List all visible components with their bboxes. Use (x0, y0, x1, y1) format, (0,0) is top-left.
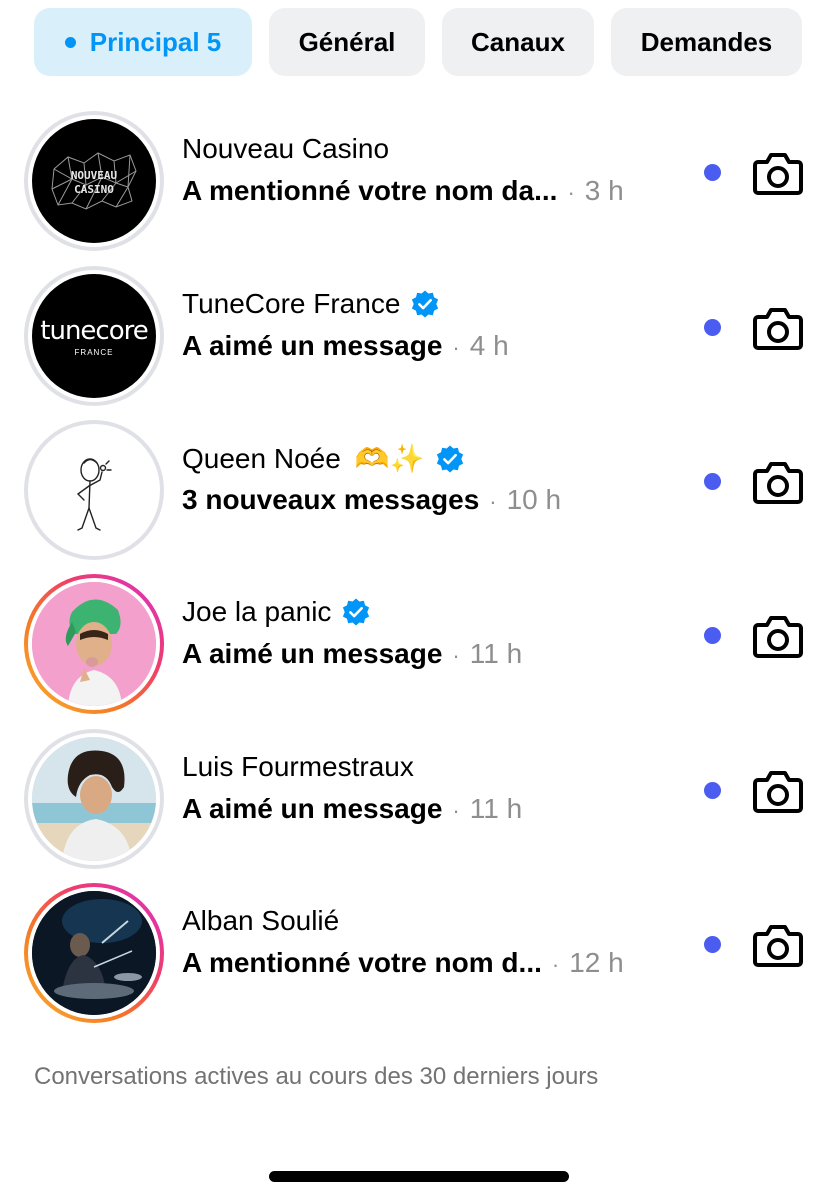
conversation-time: 10 h (506, 484, 562, 515)
tab-label: Demandes (640, 26, 773, 57)
tunecore-logo-subtext: FRANCE (74, 347, 114, 357)
profile-photo (32, 582, 156, 706)
tab-label: Canaux (471, 26, 565, 57)
profile-photo (32, 737, 156, 861)
unread-dot (704, 936, 721, 953)
conversation-row[interactable]: Joe la panic A aimé un message · 11 h (0, 574, 837, 724)
camera-icon[interactable] (752, 305, 804, 351)
svg-text:NOUVEAU: NOUVEAU (71, 169, 118, 182)
avatar[interactable]: tunecore FRANCE (24, 266, 164, 406)
tab-canaux[interactable]: Canaux (442, 8, 594, 76)
conversation-row[interactable]: NOUVEAU CASINO Nouveau Casino A mentionn… (0, 111, 837, 261)
conversation-name: Nouveau Casino (182, 133, 390, 164)
conversation-preview: A aimé un message · 4 h (182, 330, 509, 361)
avatar-story-ring[interactable] (24, 883, 164, 1023)
tab-general[interactable]: Général (269, 8, 425, 76)
camera-icon[interactable] (752, 150, 804, 196)
avatar-story-ring[interactable] (24, 574, 164, 714)
camera-icon[interactable] (752, 459, 804, 505)
conversation-preview: A mentionné votre nom da... · 3 h (182, 175, 624, 206)
active-tab-dot-icon (64, 36, 76, 48)
verified-badge-icon (436, 445, 463, 472)
stick-figure-drawing (76, 458, 112, 531)
conversation-preview: A aimé un message · 11 h (182, 793, 523, 824)
tab-label: Général (298, 26, 396, 57)
conversation-row[interactable]: tunecore FRANCE TuneCore France A aimé u… (0, 266, 837, 416)
tunecore-logo-text: tunecore (40, 315, 148, 346)
filter-tabs: Principal 5 Général Canaux Demandes (0, 0, 837, 90)
conversation-time: 3 h (584, 175, 624, 206)
conversation-time: 4 h (469, 330, 509, 361)
conversation-name: TuneCore France (182, 288, 440, 320)
conversation-time: 11 h (469, 793, 523, 824)
conversation-time: 11 h (469, 638, 523, 669)
conversation-row[interactable]: Queen Noée 🫶✨ 3 nouveaux messages · 10 h (0, 420, 837, 570)
heart-hands-sparkles-emoji: 🫶✨ (354, 442, 425, 475)
conversation-time: 12 h (569, 947, 624, 978)
unread-dot (704, 164, 721, 181)
tab-label: Principal 5 (89, 26, 222, 57)
conversation-preview: A aimé un message · 11 h (182, 638, 523, 669)
conversation-name: Queen Noée 🫶✨ (182, 442, 465, 475)
nouveau-casino-logo: NOUVEAU CASINO (51, 152, 137, 210)
svg-text:CASINO: CASINO (74, 183, 114, 196)
avatar[interactable] (24, 420, 164, 560)
camera-icon[interactable] (752, 613, 804, 659)
unread-dot (704, 782, 721, 799)
verified-badge-icon (343, 598, 370, 626)
unread-dot (704, 473, 721, 490)
conversation-name: Alban Soulié (182, 905, 340, 936)
unread-dot (704, 319, 721, 336)
conversation-row[interactable]: Luis Fourmestraux A aimé un message · 11… (0, 729, 837, 879)
conversation-preview: 3 nouveaux messages · 10 h (182, 484, 562, 515)
avatar[interactable] (24, 729, 164, 869)
conversation-name: Joe la panic (182, 596, 371, 628)
conversation-row[interactable]: Alban Soulié A mentionné votre nom d... … (0, 883, 837, 1033)
home-indicator[interactable] (269, 1171, 569, 1182)
camera-icon[interactable] (752, 768, 804, 814)
conversation-preview: A mentionné votre nom d... · 12 h (182, 947, 624, 978)
active-conversations-note: Conversations actives au cours des 30 de… (34, 1063, 599, 1090)
verified-badge-icon (412, 290, 439, 318)
profile-photo (32, 891, 156, 1015)
unread-dot (704, 627, 721, 644)
tab-principal[interactable]: Principal 5 (34, 8, 252, 76)
tab-demandes[interactable]: Demandes (611, 8, 802, 76)
conversation-name: Luis Fourmestraux (182, 751, 414, 782)
camera-icon[interactable] (752, 922, 804, 968)
avatar[interactable]: NOUVEAU CASINO (24, 111, 164, 251)
